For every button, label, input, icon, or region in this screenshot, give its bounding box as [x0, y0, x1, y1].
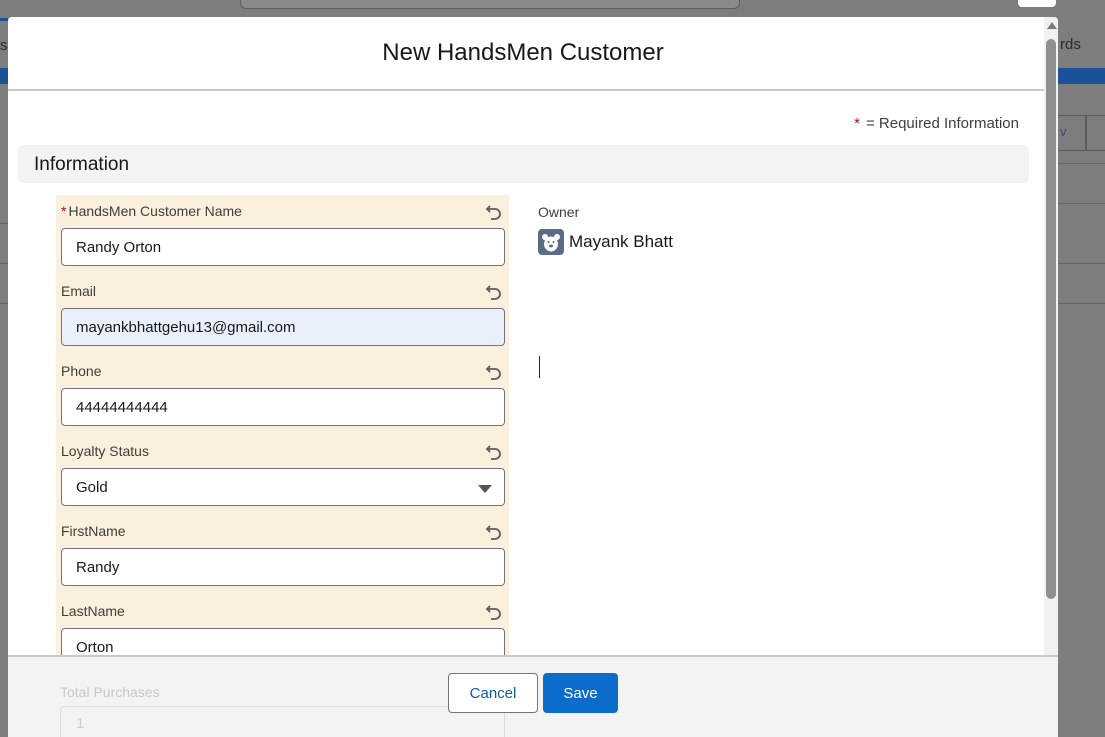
modal-footer: Total Purchases 1 Cancel Save — [8, 655, 1058, 737]
owner-label: Owner — [538, 204, 580, 220]
customer-name-label: * HandsMen Customer Name — [61, 203, 505, 221]
undo-icon[interactable] — [485, 202, 503, 220]
background-divider — [0, 223, 8, 224]
loyalty-status-label: Loyalty Status — [61, 443, 505, 461]
section-header-information[interactable]: Information — [18, 145, 1029, 183]
total-purchases-label: Total Purchases — [60, 684, 160, 700]
scrollbar-thumb[interactable] — [1046, 39, 1056, 599]
undo-icon[interactable] — [485, 442, 503, 460]
background-divider — [0, 303, 8, 304]
modal-body[interactable]: * = Required Information Information * Han… — [8, 91, 1044, 657]
phone-field: Phone 44444444444 — [61, 363, 505, 426]
first-name-input[interactable]: Randy — [61, 548, 505, 586]
phone-label-text: Phone — [61, 363, 102, 379]
customer-name-input[interactable]: Randy Orton — [61, 228, 505, 266]
email-label: Email — [61, 283, 505, 301]
owner-name: Mayank Bhatt — [569, 232, 673, 251]
last-name-label: LastName — [61, 603, 505, 621]
loyalty-status-select[interactable]: Gold — [61, 468, 505, 506]
phone-input[interactable]: 44444444444 — [61, 388, 505, 426]
text-cursor — [539, 356, 540, 378]
last-name-label-text: LastName — [61, 603, 125, 619]
email-input[interactable]: mayankbhattgehu13@gmail.com — [61, 308, 505, 346]
changed-fields-column: * HandsMen Customer Name Randy Orton Emai… — [56, 195, 509, 657]
save-button[interactable]: Save — [543, 673, 618, 713]
last-name-field: LastName Orton — [61, 603, 505, 657]
new-customer-modal: New HandsMen Customer * = Required Inform… — [8, 17, 1058, 737]
background-right-cell — [1085, 115, 1105, 151]
customer-name-label-text: HandsMen Customer Name — [68, 203, 242, 219]
background-right-banner — [1058, 68, 1105, 84]
total-purchases-input — [60, 706, 505, 737]
undo-icon[interactable] — [485, 522, 503, 540]
loyalty-status-field: Loyalty Status Gold — [61, 443, 505, 506]
background-search-bar — [240, 0, 740, 9]
scroll-up-arrow-icon[interactable] — [1047, 22, 1057, 29]
modal-header: New HandsMen Customer — [8, 17, 1058, 91]
background-divider — [0, 263, 8, 264]
first-name-field: FirstName Randy — [61, 523, 505, 586]
required-information-note: * = Required Information — [854, 115, 1019, 132]
background-right-link: v — [1060, 124, 1067, 139]
modal-scrollbar[interactable] — [1044, 17, 1058, 719]
background-divider — [1058, 303, 1105, 304]
email-field: Email mayankbhattgehu13@gmail.com — [61, 283, 505, 346]
required-note-text: = Required Information — [865, 115, 1019, 132]
undo-icon[interactable] — [485, 602, 503, 620]
customer-name-field: * HandsMen Customer Name Randy Orton — [61, 203, 505, 266]
undo-icon[interactable] — [485, 362, 503, 380]
background-close-button — [1018, 0, 1056, 7]
required-star: * — [61, 203, 67, 219]
last-name-input[interactable]: Orton — [61, 628, 505, 657]
email-label-text: Email — [61, 283, 97, 299]
chevron-down-icon — [478, 485, 492, 493]
undo-icon[interactable] — [485, 282, 503, 300]
loyalty-status-value: Gold — [76, 478, 108, 496]
first-name-label: FirstName — [61, 523, 505, 541]
loyalty-status-label-text: Loyalty Status — [61, 443, 149, 459]
cancel-button[interactable]: Cancel — [448, 673, 538, 713]
user-avatar-icon — [538, 229, 564, 255]
background-left-banner — [0, 68, 8, 84]
background-right-text: rds — [1060, 36, 1081, 53]
required-star: * — [854, 115, 860, 132]
modal-title: New HandsMen Customer — [382, 39, 664, 66]
background-divider — [1058, 163, 1105, 164]
background-divider — [1058, 203, 1105, 204]
background-divider — [1058, 263, 1105, 264]
first-name-label-text: FirstName — [61, 523, 126, 539]
background-tab-indicator — [0, 18, 8, 21]
owner-value[interactable]: Mayank Bhatt — [538, 229, 673, 255]
phone-label: Phone — [61, 363, 505, 381]
section-title: Information — [34, 154, 130, 175]
